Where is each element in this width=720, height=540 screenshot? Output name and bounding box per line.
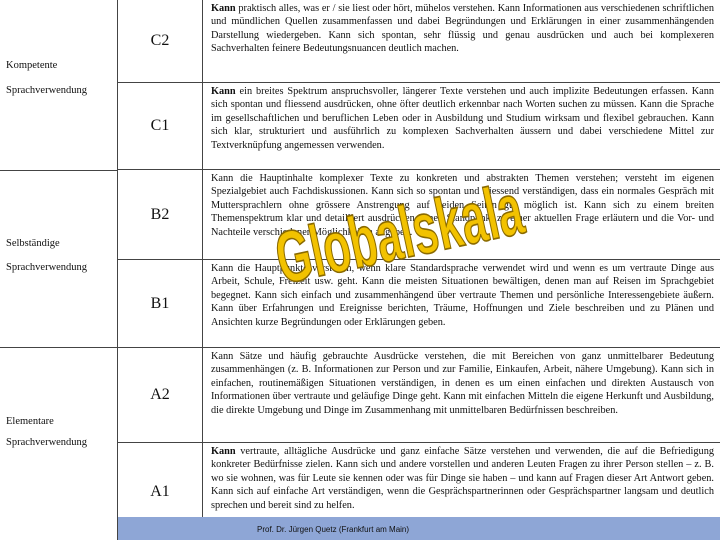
description-text: Kann die Hauptpunkte verstehen, wenn kla…	[211, 263, 714, 328]
category-label-proficient-usage: Sprachverwendung	[6, 85, 88, 96]
level-cell-b2: B2	[118, 170, 203, 260]
category-cell-independent: Selbständige Sprachverwendung	[0, 170, 118, 348]
level-code: B2	[150, 205, 170, 223]
level-code: C1	[150, 117, 170, 134]
category-label-independent: Selbständige	[6, 238, 60, 249]
description-lead: Kann	[211, 446, 236, 457]
footer-credit: Prof. Dr. Jürgen Quetz (Frankfurt am Mai…	[257, 525, 410, 534]
footer-band	[118, 517, 720, 540]
level-description-b1: Kann die Hauptpunkte verstehen, wenn kla…	[203, 260, 720, 348]
category-label-proficient: Kompetente	[6, 60, 58, 71]
category-cell-proficient: Kompetente Sprachverwendung	[0, 0, 118, 170]
level-cell-c1: C1	[118, 83, 203, 170]
category-label-elementary-usage: Sprachverwendung	[6, 437, 88, 448]
level-code: A2	[150, 386, 170, 403]
global-scale-table: Kompetente Sprachverwendung C2 Kann prak…	[0, 0, 720, 540]
level-code: A1	[150, 482, 170, 500]
description-text: ein breites Spektrum anspruchsvoller, lä…	[211, 86, 714, 151]
level-cell-a2: A2	[118, 348, 203, 443]
level-description-c1: Kann ein breites Spektrum anspruchsvolle…	[203, 83, 720, 170]
description-text: praktisch alles, was er / sie liest oder…	[211, 3, 714, 55]
level-cell-c2: C2	[118, 0, 203, 83]
description-lead: Kann	[211, 3, 236, 14]
description-text: vertraute, alltägliche Ausdrücke und gan…	[211, 446, 714, 511]
description-text: Kann die Hauptinhalte komplexer Texte zu…	[211, 173, 714, 238]
level-description-a2: Kann Sätze und häufig gebrauchte Ausdrüc…	[203, 348, 720, 443]
level-code: C2	[150, 32, 170, 49]
level-cell-b1: B1	[118, 260, 203, 348]
level-description-b2: Kann die Hauptinhalte komplexer Texte zu…	[203, 170, 720, 260]
category-cell-elementary: Elementare Sprachverwendung	[0, 348, 118, 540]
category-label-independent-usage: Sprachverwendung	[6, 262, 88, 273]
category-label-elementary: Elementare	[6, 416, 54, 427]
description-text: Kann Sätze und häufig gebrauchte Ausdrüc…	[211, 351, 714, 416]
level-description-c2: Kann praktisch alles, was er / sie liest…	[203, 0, 720, 83]
level-code: B1	[150, 294, 170, 312]
description-lead: Kann	[211, 86, 236, 97]
